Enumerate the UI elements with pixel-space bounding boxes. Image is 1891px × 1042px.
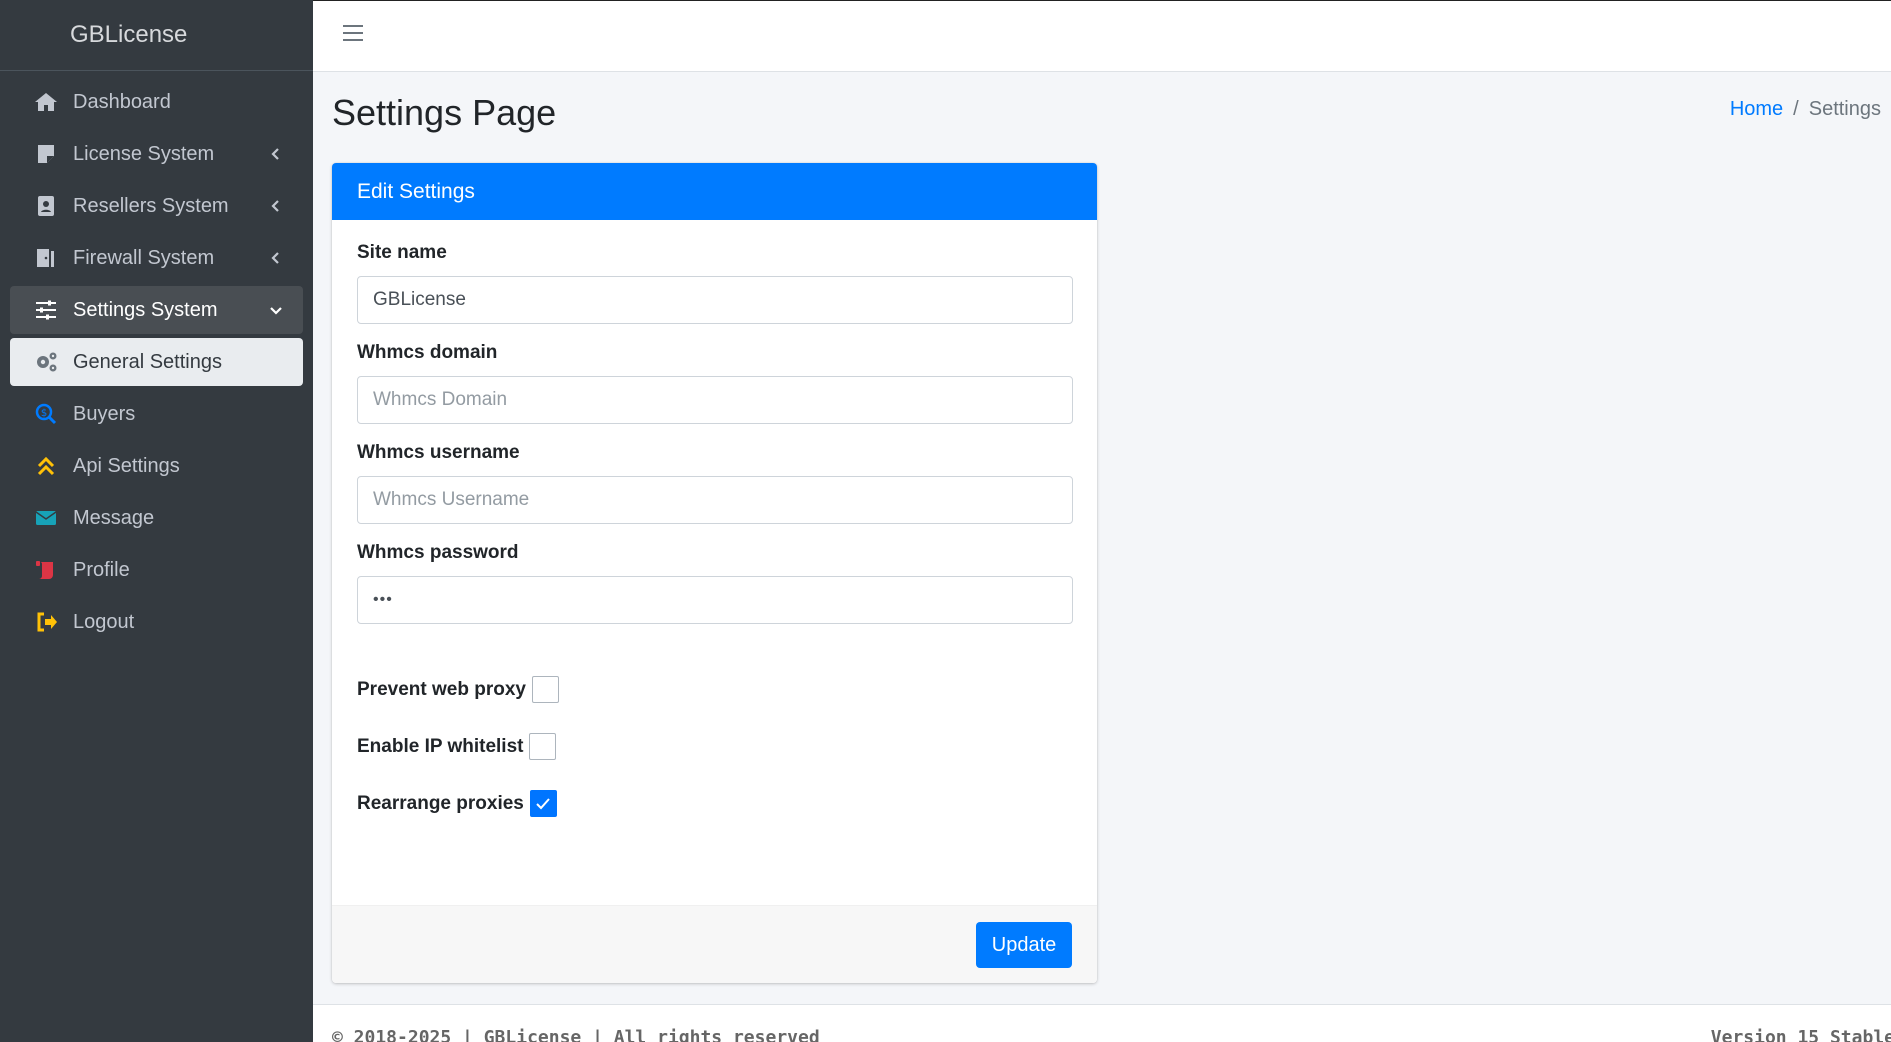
brand-link[interactable]: GBLicense: [0, 0, 313, 71]
prevent-proxy-label: Prevent web proxy: [357, 678, 526, 700]
breadcrumb-home-link[interactable]: Home: [1730, 98, 1783, 121]
ip-whitelist-label: Enable IP whitelist: [357, 735, 524, 757]
sidebar-item-api-settings[interactable]: Api Settings: [10, 442, 303, 490]
sidebar-item-label: Logout: [73, 610, 135, 633]
sidebar-item-label: License System: [73, 142, 215, 165]
site-name-group: Site name GBLicense: [357, 242, 1073, 324]
main-footer: © 2018-2025 | GBLicense | All rights res…: [313, 1004, 1891, 1042]
sidebar-item-dashboard[interactable]: Dashboard: [10, 78, 303, 126]
sticky-note-icon: [32, 140, 60, 168]
sidebar-nav: Dashboard License System Resellers Syste…: [0, 78, 313, 646]
chevron-left-icon: [271, 200, 279, 212]
sidebar: GBLicense Dashboard License System Resel…: [0, 0, 313, 1042]
footer-version: Version 15 Stable: [1710, 1027, 1891, 1042]
checkmark-icon: [536, 797, 551, 809]
sidebar-item-label: Settings System: [73, 298, 218, 321]
sidebar-item-label: Resellers System: [73, 194, 229, 217]
sidebar-item-label: Message: [73, 506, 155, 529]
sidebar-item-logout[interactable]: Logout: [10, 598, 303, 646]
whmcs-domain-label: Whmcs domain: [357, 342, 498, 363]
sidebar-item-buyers[interactable]: $ Buyers: [10, 390, 303, 438]
sidebar-item-label: Dashboard: [73, 90, 171, 113]
sidebar-item-label: Buyers: [73, 402, 136, 425]
sign-out-icon: [32, 608, 60, 636]
card-footer: Update: [332, 905, 1097, 983]
whmcs-username-label: Whmcs username: [357, 442, 520, 463]
site-name-label: Site name: [357, 242, 447, 263]
chevron-down-icon: [270, 307, 282, 315]
chevron-left-icon: [271, 148, 279, 160]
envelope-icon: [32, 504, 60, 532]
sidebar-item-firewall-system[interactable]: Firewall System: [10, 234, 303, 282]
sidebar-item-message[interactable]: Message: [10, 494, 303, 542]
sidebar-item-license-system[interactable]: License System: [10, 130, 303, 178]
breadcrumb: Home / Settings: [1730, 98, 1881, 121]
rearrange-proxies-row: Rearrange proxies: [357, 790, 1072, 817]
footer-copyright: © 2018-2025 | GBLicense | All rights res…: [332, 1027, 820, 1042]
site-name-input[interactable]: GBLicense: [357, 276, 1073, 324]
sidebar-item-general-settings[interactable]: General Settings: [10, 338, 303, 386]
top-navbar: [313, 0, 1891, 72]
menu-toggle-icon[interactable]: [343, 25, 363, 45]
sliders-icon: [32, 296, 60, 324]
sidebar-item-settings-system[interactable]: Settings System: [10, 286, 303, 334]
sidebar-item-label: General Settings: [73, 350, 222, 373]
card-body: Site name GBLicense Whmcs domain Whmcs D…: [332, 220, 1097, 817]
prevent-proxy-row: Prevent web proxy: [357, 676, 1072, 703]
page-title: Settings Page: [332, 92, 557, 133]
search-dollar-icon: $: [32, 400, 60, 428]
card-title: Edit Settings: [357, 179, 475, 203]
home-icon: [32, 88, 60, 116]
breadcrumb-separator: /: [1793, 98, 1799, 120]
sidebar-item-label: Profile: [73, 558, 130, 581]
id-badge-icon: [32, 192, 60, 220]
gears-icon: [32, 348, 60, 376]
svg-text:$: $: [41, 408, 47, 419]
ip-whitelist-checkbox[interactable]: [529, 733, 557, 760]
whmcs-password-group: Whmcs password •••: [357, 542, 1073, 624]
whmcs-username-input[interactable]: Whmcs Username: [357, 476, 1073, 524]
ip-whitelist-row: Enable IP whitelist: [357, 733, 1072, 760]
whmcs-password-input[interactable]: •••: [357, 576, 1073, 624]
update-button[interactable]: Update: [976, 922, 1072, 968]
sidebar-item-profile[interactable]: Profile: [10, 546, 303, 594]
brand-text: GBLicense: [70, 21, 188, 48]
rearrange-proxies-label: Rearrange proxies: [357, 792, 524, 814]
sidebar-item-resellers-system[interactable]: Resellers System: [10, 182, 303, 230]
whmcs-password-label: Whmcs password: [357, 542, 519, 563]
prevent-proxy-checkbox[interactable]: [531, 676, 559, 703]
door-icon: [32, 244, 60, 272]
scroll-icon: [32, 556, 60, 584]
whmcs-domain-group: Whmcs domain Whmcs Domain: [357, 342, 1073, 424]
breadcrumb-current: Settings: [1808, 98, 1881, 120]
chevron-left-icon: [271, 252, 279, 264]
rearrange-proxies-checkbox[interactable]: [529, 790, 557, 817]
whmcs-username-group: Whmcs username Whmcs Username: [357, 442, 1073, 524]
sidebar-item-label: Firewall System: [73, 246, 215, 269]
card-header: Edit Settings: [332, 163, 1097, 220]
angle-double-up-icon: [32, 452, 60, 480]
edit-settings-card: Edit Settings Site name GBLicense Whmcs …: [332, 163, 1097, 983]
whmcs-domain-input[interactable]: Whmcs Domain: [357, 376, 1073, 424]
sidebar-item-label: Api Settings: [73, 454, 180, 477]
